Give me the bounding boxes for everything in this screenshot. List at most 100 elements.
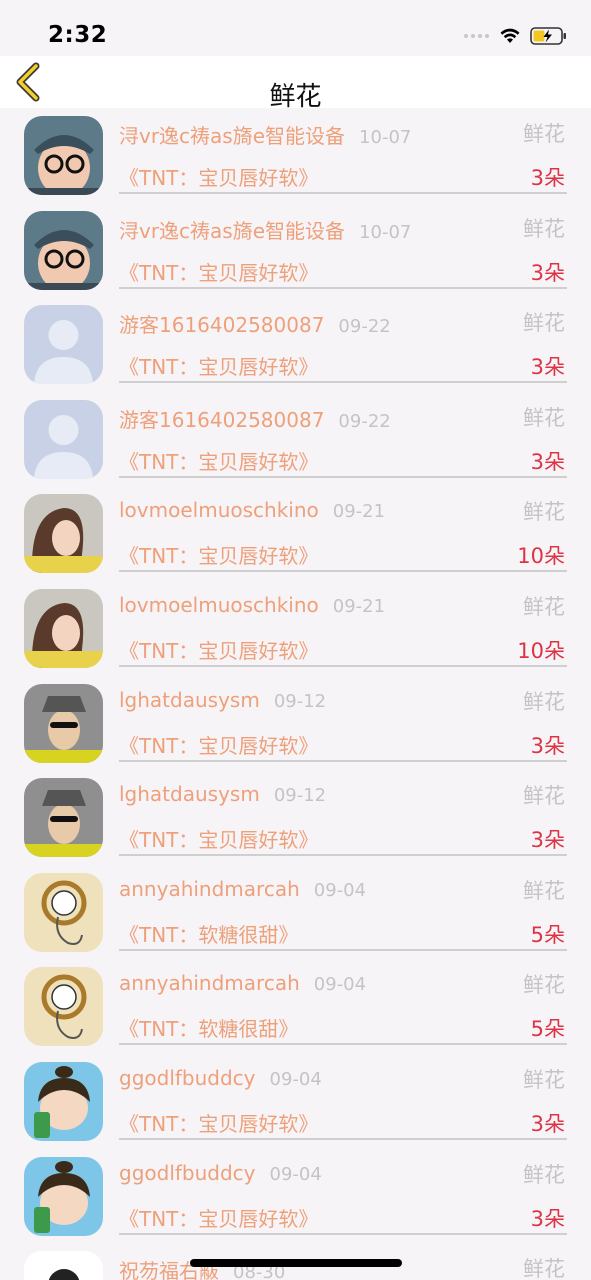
send-date: 09-04 [313,974,367,996]
send-date: 10-07 [359,127,412,148]
sender-name: 游客1616402580087 09-22 [119,309,391,338]
work-title[interactable]: 《TNT：宝贝唇好软》 [119,1108,318,1137]
avatar[interactable] [24,872,103,952]
avatar[interactable] [24,305,103,385]
avatar[interactable] [24,778,103,858]
flower-count: 3朵 [530,1206,565,1231]
sender-name-text: ggodlfbuddcy [119,1065,256,1090]
flower-count: 3朵 [530,828,565,853]
flower-count: 3朵 [530,1111,565,1136]
gift-type: 鲜花 [523,973,565,998]
work-title[interactable]: 《TNT：宝贝唇好软》 [119,730,318,759]
divider [119,381,567,384]
work-title[interactable]: 《TNT：宝贝唇好软》 [119,635,318,664]
sender-name-text: ggodlfbuddcy [119,1160,256,1185]
send-date: 09-04 [313,879,367,901]
work-title[interactable]: 《TNT：宝贝唇好软》 [119,824,318,853]
avatar[interactable] [24,683,103,763]
gift-type: 鲜花 [523,784,565,809]
avatar[interactable] [24,494,103,574]
sender-name-text: lovmoelmuoschkino [119,498,319,523]
list-item[interactable]: lovmoelmuoschkino 09-21 鲜花《TNT：宝贝唇好软》 10朵 [0,486,591,581]
gift-type: 鲜花 [523,500,565,525]
divider [119,1137,567,1140]
sender-name-text: annyahindmarcah [119,876,300,901]
sender-name: annyahindmarcah 09-04 [119,971,366,995]
work-title[interactable]: 《TNT：宝贝唇好软》 [119,540,318,569]
work-title[interactable]: 《TNT：软糖很甜》 [119,1013,298,1042]
work-title[interactable]: 《TNT：宝贝唇好软》 [119,1203,318,1232]
sender-name: ggodlfbuddcy 09-04 [119,1066,322,1090]
work-title[interactable]: 《TNT：宝贝唇好软》 [119,446,318,475]
sender-name: lghatdausysm 09-12 [119,782,326,806]
divider [119,664,567,667]
gift-type: 鲜花 [523,1257,565,1280]
list-item[interactable]: ggodlfbuddcy 09-04 鲜花 《TNT：宝贝唇好软》 3朵 [0,1054,591,1149]
home-indicator [190,1259,402,1267]
sender-name: 浔vr逸c祷as旖e智能设备 10-07 [119,215,411,244]
flower-count: 3朵 [530,260,565,285]
flower-count: 3朵 [530,355,565,380]
list-item[interactable]: lghatdausysm 09-12 鲜花《TNT：宝贝唇好软》 3朵 [0,676,591,771]
list-item[interactable]: annyahindmarcah 09-04 鲜花《TNT：软糖很甜》 5朵 [0,959,591,1054]
sender-name: lghatdausysm 09-12 [119,688,326,712]
gift-type: 鲜花 [523,122,565,146]
avatar[interactable] [24,210,103,290]
avatar[interactable] [24,1156,103,1236]
avatar[interactable] [24,116,103,195]
sender-name-text: annyahindmarcah [119,971,300,996]
gift-type: 鲜花 [523,216,565,241]
send-date: 09-12 [273,690,327,712]
list-item[interactable]: 浔vr逸c祷as旖e智能设备 10-07 鲜花《TNT：宝贝唇好软》 3朵 [0,203,591,298]
divider [119,570,567,573]
nav-bar: 鲜花 [0,56,591,112]
work-title[interactable]: 《TNT：宝贝唇好软》 [119,257,318,286]
cellular-signal-icon [464,34,489,38]
work-title[interactable]: 《TNT：宝贝唇好软》 [119,162,318,191]
work-title[interactable]: 《TNT：软糖很甜》 [119,919,298,948]
list-item[interactable]: 游客1616402580087 09-22 鲜花《TNT：宝贝唇好软》 3朵 [0,297,591,392]
gift-type: 鲜花 [523,311,565,336]
sender-name-text: lghatdausysm [119,687,260,712]
flower-count: 10朵 [517,544,565,569]
list-item[interactable]: ggodlfbuddcy 09-04 鲜花《TNT：宝贝唇好软》 3朵 [0,1149,591,1244]
list-item[interactable]: lovmoelmuoschkino 09-21 鲜花 《TNT：宝贝唇好软》 10朵 [0,581,591,676]
wifi-icon [500,28,520,43]
flower-count: 3朵 [530,733,565,758]
status-time: 2:32 [48,22,108,48]
list-item[interactable]: 浔vr逸c祷as旖e智能设备 10-07 鲜花 《TNT：宝贝唇好软》 3朵 [0,108,591,203]
list-item[interactable]: 游客1616402580087 09-22 鲜花《TNT：宝贝唇好软》 3朵 [0,392,591,487]
avatar[interactable] [24,967,103,1047]
avatar[interactable] [24,1251,103,1280]
list-item[interactable]: annyahindmarcah 09-04 鲜花 《TNT：软糖很甜》 5朵 [0,865,591,960]
sender-name: 游客1616402580087 09-22 [119,404,391,433]
gift-type: 鲜花 [523,1162,565,1187]
sender-name-text: 浔vr逸c祷as旖e智能设备 [119,218,346,243]
sender-name: annyahindmarcah 09-04 [119,877,366,901]
flower-count: 5朵 [530,922,565,947]
avatar[interactable] [24,399,103,479]
gift-type: 鲜花 [523,405,565,430]
divider [119,475,567,478]
list-item[interactable]: lghatdausysm 09-12 鲜花《TNT：宝贝唇好软》 3朵 [0,770,591,865]
sender-name-text: lghatdausysm [119,782,260,807]
status-bar: 2:32 [0,0,591,56]
flower-count: 3朵 [530,449,565,474]
flower-count: 10朵 [517,638,565,663]
send-date: 10-07 [359,221,412,243]
send-date: 09-21 [332,595,386,617]
divider [119,1232,567,1235]
avatar[interactable] [24,588,103,668]
sender-name-text: 浔vr逸c祷as旖e智能设备 [119,124,346,148]
divider [119,1043,567,1046]
avatar[interactable] [24,1061,103,1141]
flower-count: 5朵 [530,1017,565,1042]
gift-list[interactable]: 浔vr逸c祷as旖e智能设备 10-07 鲜花 《TNT：宝贝唇好软》 3朵 浔vr逸c祷… [0,108,591,1280]
work-title[interactable]: 《TNT：宝贝唇好软》 [119,351,318,380]
gift-type: 鲜花 [523,689,565,714]
send-date: 09-21 [332,501,386,523]
divider [119,854,567,857]
send-date: 09-04 [269,1163,322,1185]
sender-name-text: 游客1616402580087 [119,313,325,338]
send-date: 09-22 [338,316,391,338]
